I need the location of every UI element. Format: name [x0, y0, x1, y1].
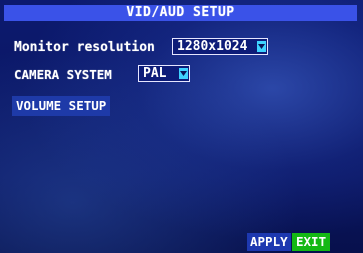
monitor-resolution-label: Monitor resolution	[14, 40, 155, 55]
chevron-down-icon[interactable]	[257, 41, 266, 52]
camera-system-select[interactable]: PAL	[138, 65, 190, 82]
camera-system-value: PAL	[143, 66, 167, 81]
page-title: VID/AUD SETUP	[4, 5, 357, 21]
exit-button[interactable]: EXIT	[292, 233, 331, 251]
chevron-down-icon[interactable]	[179, 68, 188, 79]
osd-screen: VID/AUD SETUP Monitor resolution 1280x10…	[0, 0, 363, 253]
camera-system-label: CAMERA SYSTEM	[14, 67, 112, 82]
monitor-resolution-value: 1280x1024	[177, 39, 248, 54]
volume-setup-button[interactable]: VOLUME SETUP	[12, 96, 111, 116]
monitor-resolution-select[interactable]: 1280x1024	[172, 38, 268, 55]
apply-button[interactable]: APPLY	[247, 233, 291, 251]
